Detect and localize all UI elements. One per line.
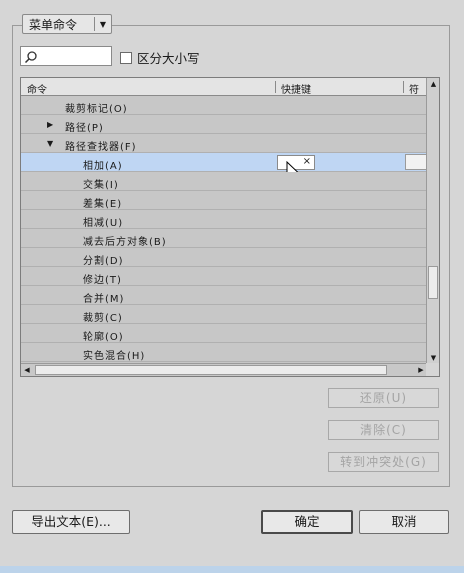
restore-button[interactable]: 还原(U) — [328, 388, 439, 408]
search-input[interactable] — [39, 48, 109, 64]
search-icon — [24, 51, 37, 64]
row-label: 裁剪标记(O) — [65, 104, 128, 115]
scroll-corner — [426, 363, 439, 376]
scroll-left-icon[interactable]: ◀ — [21, 364, 33, 376]
row-label: 分割(D) — [83, 256, 124, 267]
table-row[interactable]: 相减(U) — [21, 210, 427, 229]
goto-conflict-button[interactable]: 转到冲突处(G) — [328, 452, 439, 472]
case-sensitive-checkbox[interactable]: 区分大小写 — [120, 48, 200, 67]
clear-button[interactable]: 清除(C) — [328, 420, 439, 440]
row-label: 减去后方对象(B) — [83, 237, 167, 248]
row-label: 路径(P) — [65, 123, 104, 134]
column-divider — [275, 81, 276, 93]
column-header-command[interactable]: 命令 — [27, 81, 47, 96]
row-label: 相减(U) — [83, 218, 124, 229]
column-divider — [403, 81, 404, 93]
scroll-up-icon[interactable]: ▲ — [427, 78, 439, 90]
search-field[interactable] — [20, 46, 112, 66]
expand-arrow-icon[interactable]: ▶ — [47, 120, 53, 129]
row-label: 差集(E) — [83, 199, 123, 210]
collapse-arrow-icon[interactable]: ▼ — [47, 139, 53, 148]
cancel-button[interactable]: 取消 — [359, 510, 449, 534]
table-row[interactable]: 差集(E) — [21, 191, 427, 210]
vertical-scrollbar[interactable]: ▲ ▼ — [426, 78, 439, 364]
horizontal-scroll-thumb[interactable] — [35, 365, 387, 375]
row-label: 合并(M) — [83, 294, 125, 305]
category-dropdown[interactable]: 菜单命令 ▼ — [22, 14, 112, 34]
export-text-button[interactable]: 导出文本(E)... — [12, 510, 130, 534]
column-header-shortcut[interactable]: 快捷键 — [281, 81, 311, 96]
table-row-selected[interactable]: 相加(A) × — [21, 153, 429, 182]
table-header: 命令 快捷键 符号 — [21, 78, 427, 111]
table-row[interactable]: 分割(D) — [21, 248, 427, 267]
table-row[interactable]: 裁剪标记(O) — [21, 96, 427, 115]
row-label: 相加(A) — [83, 161, 123, 172]
row-label: 轮廓(O) — [83, 332, 124, 343]
table-rows: 裁剪标记(O) ▶ 路径(P) ▼ 路径查找器(F) 相加(A) × 交集(I)… — [21, 96, 429, 362]
row-label: 路径查找器(F) — [65, 142, 137, 153]
table-row[interactable]: 交集(I) — [21, 172, 427, 191]
checkbox-box[interactable] — [120, 51, 132, 64]
row-label: 修边(T) — [83, 275, 122, 286]
clear-shortcut-icon[interactable]: × — [303, 156, 311, 167]
row-label: 交集(I) — [83, 180, 119, 191]
table-row[interactable]: 合并(M) — [21, 286, 427, 305]
row-label: 实色混合(H) — [83, 351, 146, 362]
ok-button[interactable]: 确定 — [261, 510, 353, 534]
table-row[interactable]: 实色混合(H) — [21, 343, 427, 362]
shortcut-table: 命令 快捷键 符号 裁剪标记(O) ▶ 路径(P) ▼ 路径查找器(F) 相加(… — [20, 77, 440, 377]
chevron-down-icon[interactable]: ▼ — [95, 20, 111, 29]
table-row[interactable]: 裁剪(C) — [21, 305, 427, 324]
table-row[interactable]: 修边(T) — [21, 267, 427, 286]
table-row[interactable]: 减去后方对象(B) — [21, 229, 427, 248]
row-label: 裁剪(C) — [83, 313, 123, 324]
category-dropdown-value: 菜单命令 — [29, 17, 78, 32]
vertical-scroll-thumb[interactable] — [428, 266, 438, 299]
table-row[interactable]: 轮廓(O) — [21, 324, 427, 343]
case-sensitive-label: 区分大小写 — [137, 51, 200, 66]
window-bottom-strip — [0, 566, 464, 573]
horizontal-scrollbar[interactable]: ◀ ▶ — [21, 363, 427, 376]
table-row[interactable]: ▼ 路径查找器(F) — [21, 134, 427, 153]
table-row[interactable]: ▶ 路径(P) — [21, 115, 427, 134]
